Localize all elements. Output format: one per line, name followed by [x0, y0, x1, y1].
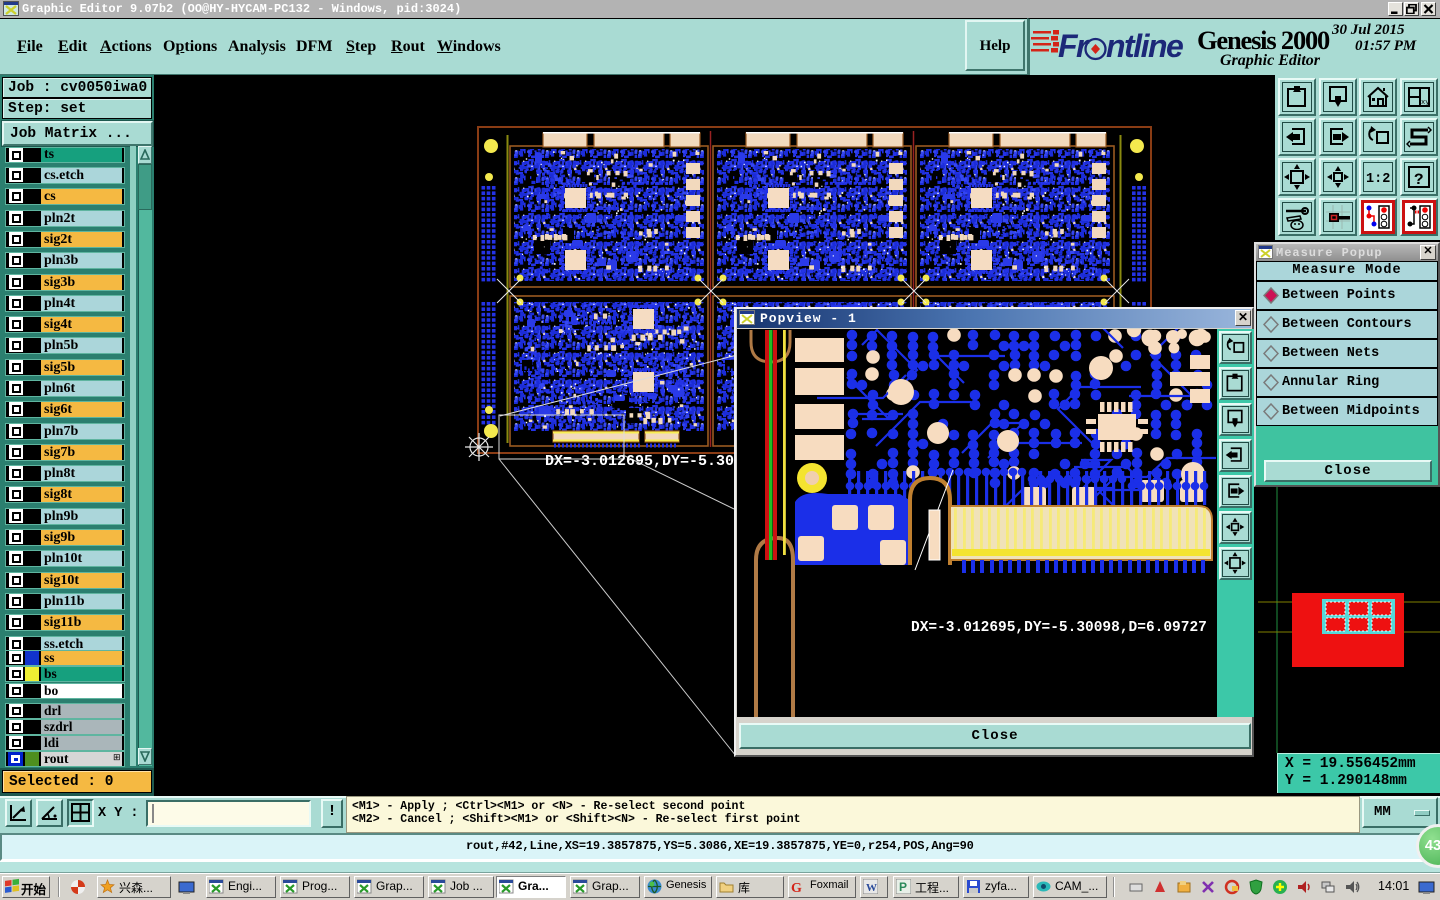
svg-text:W: W — [866, 882, 877, 894]
svg-text:xy: xy — [1421, 99, 1429, 107]
svg-text:ntline: ntline — [1106, 28, 1183, 64]
svg-text:G: G — [791, 881, 802, 894]
svg-text:P: P — [899, 880, 907, 894]
svg-text:1:2: 1:2 — [1366, 172, 1390, 187]
svg-text:?: ? — [1414, 171, 1424, 189]
